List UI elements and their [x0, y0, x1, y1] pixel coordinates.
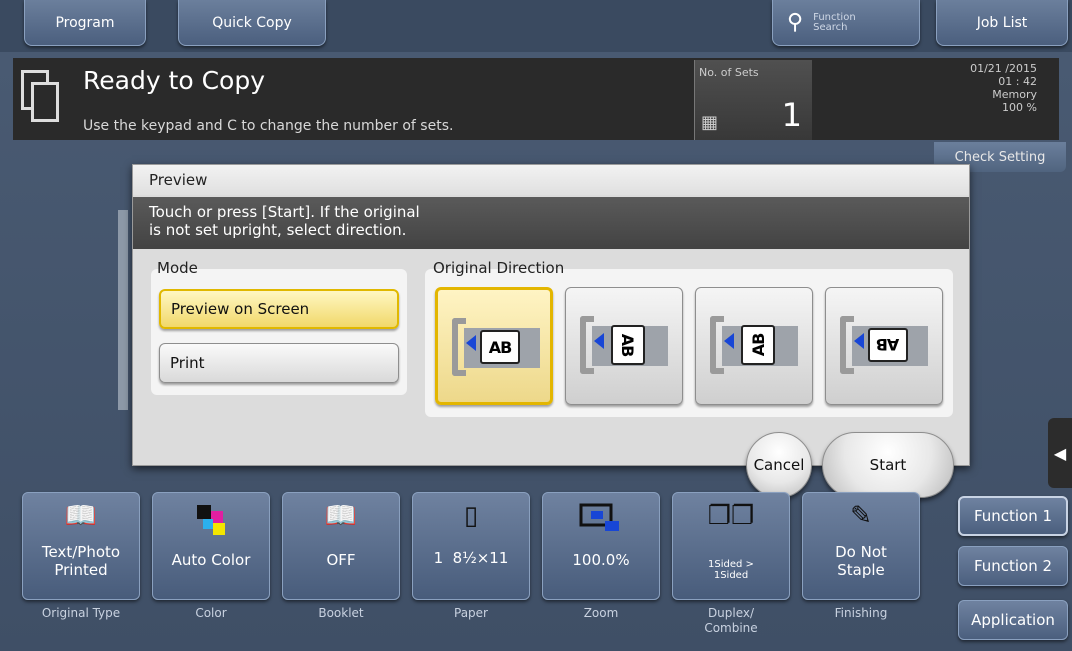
direction-rotate-left-button[interactable]: AB [695, 287, 813, 405]
tab-program[interactable]: Program [24, 0, 146, 46]
time-text: 01 : 42 [998, 75, 1037, 88]
original-type-button[interactable]: 📖 Text/Photo Printed [22, 492, 140, 600]
paper-label: Paper [454, 606, 488, 620]
dialog-message-line2: is not set upright, select direction. [149, 221, 407, 239]
dialog-title: Preview [133, 165, 969, 195]
color-value: Auto Color [171, 551, 251, 569]
color-button[interactable]: Auto Color [152, 492, 270, 600]
booklet-icon: 📖 [324, 501, 358, 531]
date-text: 01/21 /2015 [970, 62, 1037, 75]
finishing-label: Finishing [834, 606, 888, 620]
booklet-button[interactable]: 📖 OFF [282, 492, 400, 600]
sets-value: 1 [781, 96, 802, 134]
search-icon: ⚲ [787, 10, 804, 35]
color-label: Color [195, 606, 227, 620]
original-direction-icon: AB [710, 316, 798, 374]
status-header: Ready to Copy Use the keypad and C to ch… [13, 58, 1059, 140]
zoom-value: 100.0% [572, 551, 630, 569]
number-of-sets-box[interactable]: No. of Sets ▦ 1 [694, 60, 812, 140]
paper-icon: ▯ [463, 501, 479, 531]
cancel-button[interactable]: Cancel [746, 432, 812, 498]
direction-upright-button[interactable]: AB [435, 287, 553, 405]
job-list-button[interactable]: Job List [936, 0, 1068, 46]
staple-icon: ✎ [850, 501, 872, 531]
book-icon: 📖 [64, 501, 98, 531]
page-title: Ready to Copy [83, 66, 266, 95]
start-button[interactable]: Start [822, 432, 954, 498]
finishing-button[interactable]: ✎ Do Not Staple [802, 492, 920, 600]
function2-button[interactable]: Function 2 [958, 546, 1068, 586]
original-type-value: Text/Photo Printed [41, 543, 121, 579]
color-icon [153, 501, 269, 544]
panel-collapse-arrow-icon[interactable]: ◀ [1048, 418, 1072, 488]
direction-text: AB [741, 325, 775, 365]
direction-text: AB [611, 325, 645, 365]
duplex-value: 1Sided > 1Sided [708, 559, 754, 581]
original-type-label: Original Type [41, 606, 121, 620]
direction-rotate-right-button[interactable]: AB [565, 287, 683, 405]
top-bar: Program Quick Copy ⚲ Function Search Job… [0, 0, 1072, 52]
direction-upside-down-button[interactable]: AB [825, 287, 943, 405]
memory-value: 100 % [1002, 101, 1037, 114]
zoom-button[interactable]: 100.0% [542, 492, 660, 600]
original-direction-icon: AB [452, 318, 540, 376]
tab-quick-copy[interactable]: Quick Copy [178, 0, 326, 46]
mode-label: Mode [157, 259, 198, 277]
preview-on-screen-button[interactable]: Preview on Screen [159, 289, 399, 329]
booklet-label: Booklet [318, 606, 364, 620]
print-button[interactable]: Print [159, 343, 399, 383]
function1-button[interactable]: Function 1 [958, 496, 1068, 536]
duplex-combine-button[interactable]: ❐❐ 1Sided > 1Sided [672, 492, 790, 600]
zoom-label: Zoom [583, 606, 619, 620]
application-button[interactable]: Application [958, 600, 1068, 640]
original-direction-label: Original Direction [433, 259, 565, 277]
zoom-icon [543, 501, 659, 544]
function-search-label: Function Search [813, 11, 856, 33]
function-search-button[interactable]: ⚲ Function Search [772, 0, 920, 46]
duplex-combine-label: Duplex/ Combine [704, 606, 758, 635]
original-direction-icon: AB [840, 316, 928, 374]
sets-label: No. of Sets [699, 66, 759, 79]
preview-dialog: Preview Touch or press [Start]. If the o… [132, 164, 970, 466]
paper-button[interactable]: ▯ 1 8½×11 [412, 492, 530, 600]
paper-value: 1 8½×11 [433, 549, 509, 567]
direction-text: AB [868, 328, 908, 362]
booklet-value: OFF [326, 551, 356, 569]
duplex-icon: ❐❐ [707, 501, 755, 531]
direction-text: AB [480, 330, 520, 364]
status-subtitle: Use the keypad and C to change the numbe… [83, 118, 454, 134]
datetime-memory: 01/21 /2015 01 : 42 Memory 100 % [970, 62, 1037, 114]
memory-label: Memory [992, 88, 1037, 101]
dialog-message: Touch or press [Start]. If the original … [133, 197, 969, 249]
keypad-icon: ▦ [701, 112, 719, 133]
dialog-message-line1: Touch or press [Start]. If the original [149, 203, 420, 221]
background-panel [118, 210, 128, 410]
copy-icon [21, 70, 61, 126]
original-direction-icon: AB [580, 316, 668, 374]
finishing-value: Do Not Staple [835, 543, 887, 579]
